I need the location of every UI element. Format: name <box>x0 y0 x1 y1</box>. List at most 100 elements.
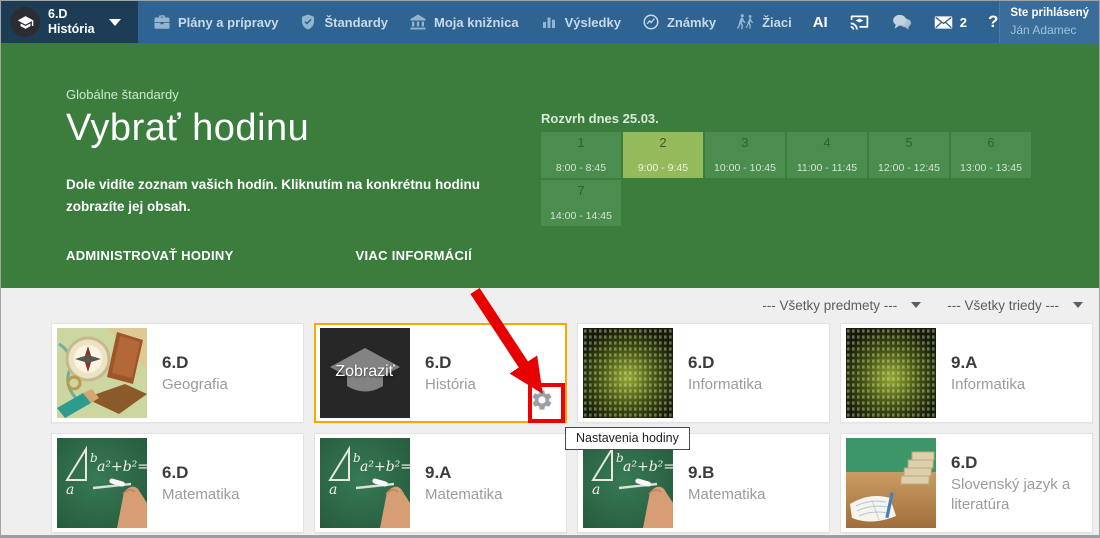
card-class: 6.D <box>951 452 1086 474</box>
cast-icon <box>849 12 870 33</box>
nav-item-ziaci[interactable]: Žiaci <box>737 13 792 31</box>
nav-label: Známky <box>667 15 716 30</box>
lesson-card-grid: 6.D Geografia Zobraziť 6.D História 6.D … <box>1 322 1099 533</box>
math-chalkboard-image <box>320 438 410 528</box>
lesson-card-6d-slovensky-jazyk[interactable]: 6.D Slovenský jazyk a literatúra <box>840 433 1093 533</box>
notebook-desk-image <box>846 438 936 528</box>
period-number: 1 <box>577 135 584 150</box>
schedule-period-4[interactable]: 4 11:00 - 11:45 <box>787 132 867 178</box>
chevron-down-icon <box>911 302 921 308</box>
period-time: 13:00 - 13:45 <box>960 162 1022 174</box>
card-class: 6.D <box>162 462 240 484</box>
nav-label: Plány a prípravy <box>178 15 278 30</box>
card-subject: Matematika <box>425 485 503 505</box>
current-class-menu[interactable]: 6.D História <box>1 1 138 43</box>
current-class: 6.D <box>48 7 67 21</box>
card-class: 9.B <box>688 462 766 484</box>
subject-filter-value: --- Všetky predmety --- <box>762 298 897 313</box>
nav-label: Moja knižnica <box>434 15 519 30</box>
hero-actions: ADMINISTROVAŤ HODINY VIAC INFORMÁCIÍ <box>66 248 516 263</box>
period-number: 2 <box>659 135 666 150</box>
schedule-period-7[interactable]: 7 14:00 - 14:45 <box>541 180 621 226</box>
main-nav: Plány a prípravy Štandardy Moja knižnica… <box>138 1 995 43</box>
card-class: 6.D <box>162 352 228 374</box>
hero-text: Globálne štandardy Vybrať hodinu Dole vi… <box>66 87 516 263</box>
hero-section: Globálne štandardy Vybrať hodinu Dole vi… <box>1 43 1099 288</box>
lesson-card-9a-matematika[interactable]: 9.A Matematika <box>314 433 567 533</box>
dark-chalkboard-image: Zobraziť <box>320 328 410 418</box>
bar-chart-icon <box>540 13 558 31</box>
current-class-label: 6.D História <box>48 7 95 37</box>
card-subject: Slovenský jazyk a literatúra <box>951 475 1086 514</box>
user-name: Ján Adamec <box>1010 22 1089 38</box>
card-class: 6.D <box>688 352 762 374</box>
nav-item-moja-kniznica[interactable]: Moja knižnica <box>409 13 519 31</box>
lesson-card-6d-informatika[interactable]: 6.D Informatika <box>577 323 830 423</box>
hero-eyebrow: Globálne štandardy <box>66 87 516 102</box>
class-filter-dropdown[interactable]: --- Všetky triedy --- <box>941 294 1089 317</box>
lesson-card-6d-geografia[interactable]: 6.D Geografia <box>51 323 304 423</box>
top-navigation-bar: 6.D História Plány a prípravy Štandardy … <box>1 1 1099 43</box>
lesson-settings-button[interactable] <box>530 388 554 412</box>
schedule-period-2-current[interactable]: 2 9:00 - 9:45 <box>623 132 703 178</box>
nav-item-znamky[interactable]: Známky <box>642 13 716 31</box>
more-info-link[interactable]: VIAC INFORMÁCIÍ <box>356 248 472 263</box>
card-subject: Geografia <box>162 375 228 395</box>
show-overlay-label[interactable]: Zobraziť <box>320 363 410 381</box>
nav-label: Žiaci <box>762 15 792 30</box>
period-number: 5 <box>905 135 912 150</box>
lesson-settings-tooltip: Nastavenia hodiny <box>565 427 690 450</box>
period-time: 9:00 - 9:45 <box>638 162 688 174</box>
briefcase-icon <box>153 13 171 31</box>
lesson-card-6d-matematika[interactable]: 6.D Matematika <box>51 433 304 533</box>
chevron-down-icon <box>109 19 121 26</box>
administer-lessons-link[interactable]: ADMINISTROVAŤ HODINY <box>66 248 234 263</box>
shield-icon <box>299 13 317 31</box>
schedule-period-5[interactable]: 5 12:00 - 12:45 <box>869 132 949 178</box>
period-number: 6 <box>987 135 994 150</box>
today-schedule: Rozvrh dnes 25.03. 1 8:00 - 8:45 2 9:00 … <box>541 111 1041 228</box>
card-subject: História <box>425 375 476 395</box>
lesson-card-9a-informatika[interactable]: 9.A Informatika <box>840 323 1093 423</box>
period-time: 8:00 - 8:45 <box>556 162 606 174</box>
class-filter-value: --- Všetky triedy --- <box>947 298 1059 313</box>
messages-button[interactable]: 2 <box>933 12 967 33</box>
matrix-code-image <box>846 328 936 418</box>
period-number: 7 <box>577 183 584 198</box>
nav-item-plany-a-pripravy[interactable]: Plány a prípravy <box>153 13 278 31</box>
map-compass-image <box>57 328 147 418</box>
schedule-period-6[interactable]: 6 13:00 - 13:45 <box>951 132 1031 178</box>
lesson-card-6d-historia-selected[interactable]: Zobraziť 6.D História <box>314 323 567 423</box>
card-subject: Matematika <box>162 485 240 505</box>
nav-item-standardy[interactable]: Štandardy <box>299 13 388 31</box>
envelope-icon <box>933 12 954 33</box>
card-subject: Informatika <box>688 375 762 395</box>
chat-button[interactable] <box>891 12 912 33</box>
nav-label: Výsledky <box>565 15 621 30</box>
card-class: 9.A <box>425 462 503 484</box>
subject-filter-dropdown[interactable]: --- Všetky predmety --- <box>756 294 927 317</box>
page-title: Vybrať hodinu <box>66 107 516 150</box>
signed-in-user[interactable]: Ste prihlásený Ján Adamec <box>999 1 1099 43</box>
nav-item-vysledky[interactable]: Výsledky <box>540 13 621 31</box>
period-number: 3 <box>741 135 748 150</box>
students-icon <box>737 13 755 31</box>
question-mark-icon: ? <box>988 12 998 32</box>
nav-label: Štandardy <box>324 15 388 30</box>
grades-icon <box>642 13 660 31</box>
schedule-grid: 1 8:00 - 8:45 2 9:00 - 9:45 3 10:00 - 10… <box>541 132 1035 228</box>
math-chalkboard-image <box>583 438 673 528</box>
ai-button[interactable]: AI <box>813 14 828 31</box>
app-window: 6.D História Plány a prípravy Štandardy … <box>0 0 1100 538</box>
period-number: 4 <box>823 135 830 150</box>
chat-bubbles-icon <box>891 12 912 33</box>
cast-board-button[interactable] <box>849 12 870 33</box>
card-class: 6.D <box>425 352 476 374</box>
period-time: 11:00 - 11:45 <box>797 162 857 174</box>
schedule-period-3[interactable]: 3 10:00 - 10:45 <box>705 132 785 178</box>
schedule-period-1[interactable]: 1 8:00 - 8:45 <box>541 132 621 178</box>
math-chalkboard-image <box>57 438 147 528</box>
signed-in-text: Ste prihlásený <box>1010 6 1089 22</box>
filter-bar: --- Všetky predmety --- --- Všetky tried… <box>1 288 1099 322</box>
gear-icon <box>530 388 554 412</box>
